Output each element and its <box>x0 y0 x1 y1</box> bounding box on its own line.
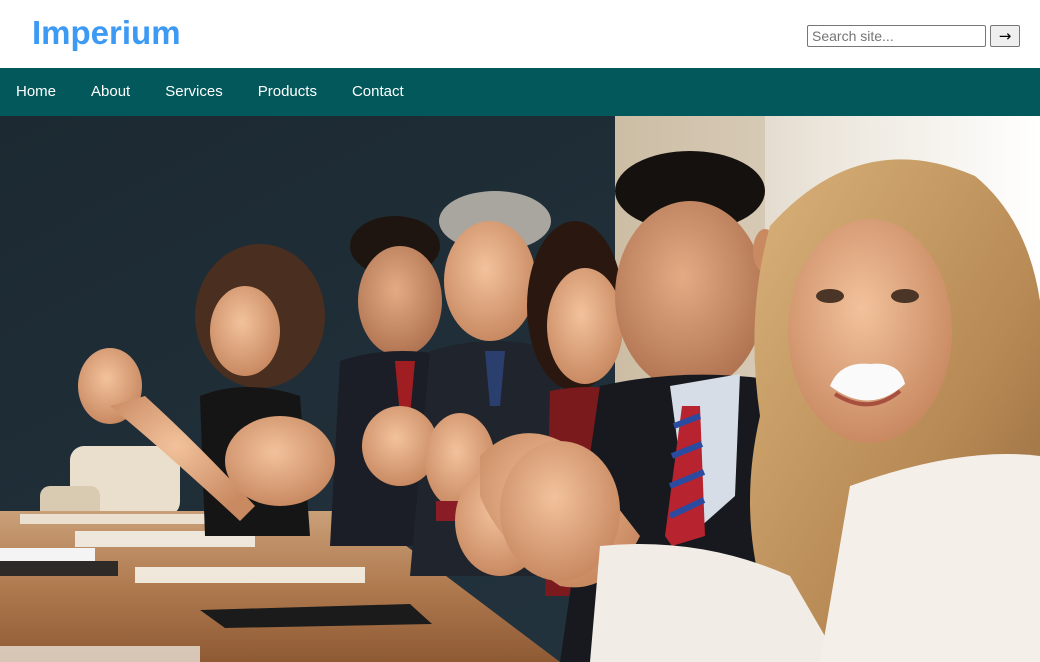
main-nav: Home About Services Products Contact <box>0 68 1040 116</box>
nav-item-home[interactable]: Home <box>0 68 74 116</box>
search-input[interactable] <box>807 25 986 47</box>
hero-photo-illustration <box>0 116 1040 662</box>
nav-item-about[interactable]: About <box>74 68 148 116</box>
site-header: Imperium → <box>0 0 1040 68</box>
nav-item-contact[interactable]: Contact <box>334 68 421 116</box>
nav-item-products[interactable]: Products <box>240 68 334 116</box>
nav-item-services[interactable]: Services <box>148 68 241 116</box>
search-form: → <box>807 25 1020 47</box>
hero-image <box>0 116 1040 662</box>
site-logo[interactable]: Imperium <box>32 14 181 52</box>
search-submit-button[interactable]: → <box>990 25 1020 47</box>
